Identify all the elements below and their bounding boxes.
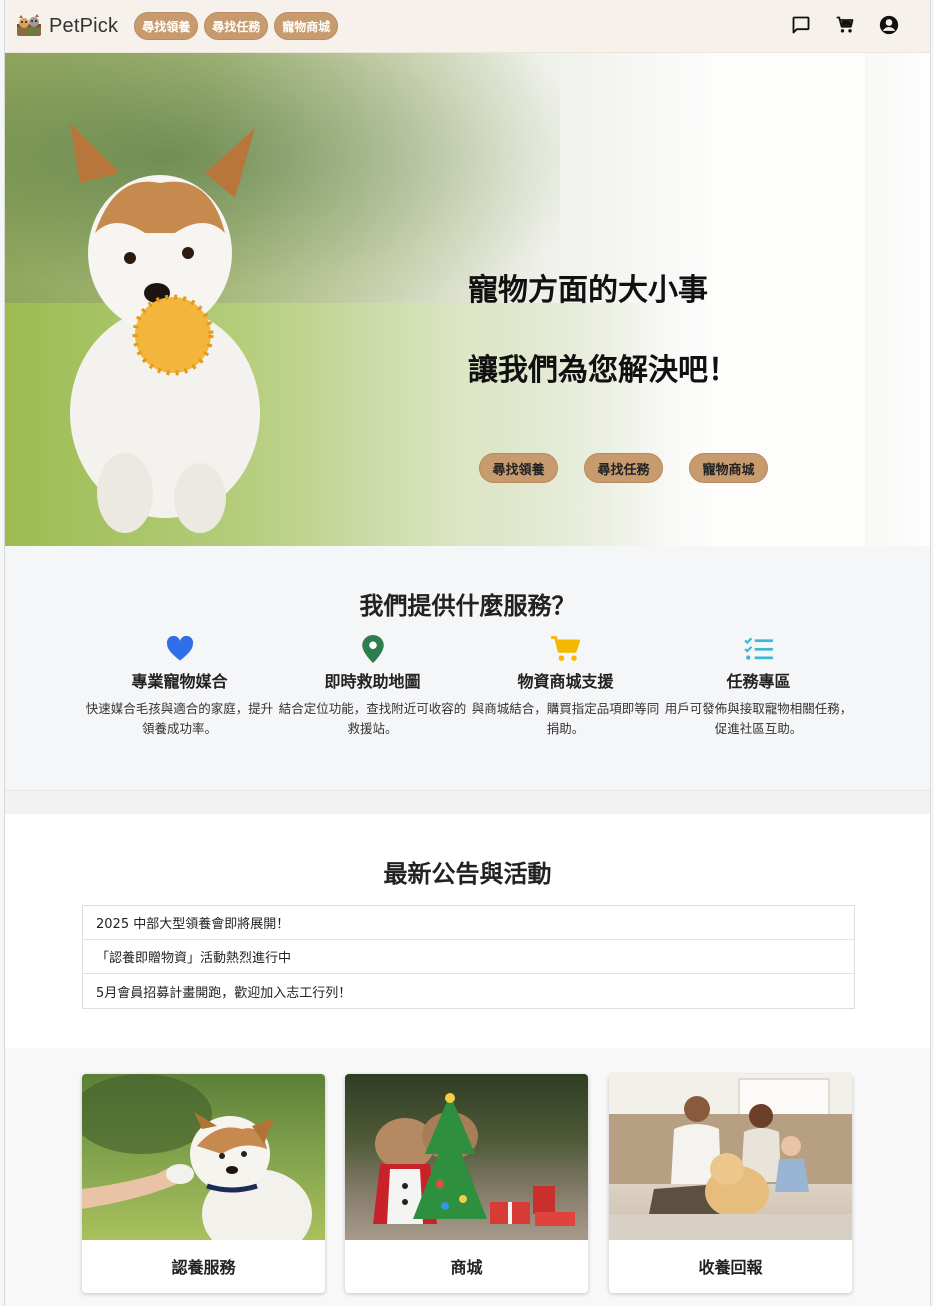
card-label: 商城 (450, 1258, 483, 1277)
navbar: PetPick 尋找領養 尋找任務 寵物商城 (5, 0, 930, 53)
account-icon[interactable] (878, 14, 900, 36)
service-title: 物資商城支援 (517, 672, 614, 691)
card-report-image (609, 1074, 852, 1240)
hero-shop-button[interactable]: 寵物商城 (689, 453, 768, 483)
card-label: 認養服務 (171, 1258, 236, 1277)
news-item[interactable]: 2025 中部大型領養會即將展開！ (83, 906, 854, 940)
news-title: 最新公告與活動 (383, 860, 552, 888)
hero-banner: 寵物方面的大小事 讓我們為您解決吧！ 尋找領養 尋找任務 寵物商城 (5, 53, 930, 546)
brand[interactable]: PetPick (15, 14, 118, 38)
card-label: 收養回報 (698, 1258, 763, 1277)
map-pin-icon (276, 634, 469, 664)
heart-icon (83, 634, 276, 664)
hero-title-line1: 寵物方面的大小事 (468, 273, 708, 308)
card-adoption-report[interactable]: 收養回報 (609, 1074, 852, 1293)
cart-icon[interactable] (834, 14, 856, 36)
service-desc: 用戶可發佈與接取寵物相關任務，促進社區互助。 (664, 701, 853, 736)
service-title: 任務專區 (726, 672, 791, 691)
service-matching: 專業寵物媒合 快速媒合毛孩與適合的家庭，提升領養成功率。 (83, 634, 276, 739)
brand-name: PetPick (49, 14, 119, 37)
card-adoption-service[interactable]: 認養服務 (82, 1074, 325, 1293)
feature-cards: 認養服務 商城 收養回報 (5, 1048, 930, 1306)
services-section: 我們提供什麼服務？ 專業寵物媒合 快速媒合毛孩與適合的家庭，提升領養成功率。 即… (5, 546, 930, 790)
service-title: 專業寵物媒合 (131, 672, 228, 691)
hero-dog-image (70, 123, 260, 533)
section-divider (5, 790, 930, 814)
nav-link-shop[interactable]: 寵物商城 (274, 12, 339, 40)
news-list: 2025 中部大型領養會即將展開！ 「認養即贈物資」活動熱烈進行中 5月會員招募… (82, 905, 855, 1009)
petpick-logo-icon (17, 14, 41, 36)
task-list-icon (662, 634, 855, 664)
service-title: 即時救助地圖 (324, 672, 421, 691)
service-tasks: 任務專區 用戶可發佈與接取寵物相關任務，促進社區互助。 (662, 634, 855, 739)
chat-icon[interactable] (790, 14, 812, 36)
hero-tasks-button[interactable]: 尋找任務 (584, 453, 663, 483)
card-shop[interactable]: 商城 (345, 1074, 588, 1293)
nav-link-tasks[interactable]: 尋找任務 (204, 12, 269, 40)
page-frame: PetPick 尋找領養 尋找任務 寵物商城 寵物方面的大小事 讓我們為您解決吧… (4, 0, 931, 1306)
news-section: 最新公告與活動 2025 中部大型領養會即將展開！ 「認養即贈物資」活動熱烈進行… (5, 814, 930, 1048)
hero-adoption-button[interactable]: 尋找領養 (479, 453, 558, 483)
news-item[interactable]: 5月會員招募計畫開跑，歡迎加入志工行列！ (83, 974, 854, 1008)
hero-text: 寵物方面的大小事 讓我們為您解決吧！ 尋找領養 尋找任務 寵物商城 (468, 231, 768, 483)
news-item[interactable]: 「認養即贈物資」活動熱烈進行中 (83, 940, 854, 974)
service-rescue-map: 即時救助地圖 結合定位功能，查找附近可收容的救援站。 (276, 634, 469, 739)
service-desc: 與商城結合，購買指定品項即等同捐助。 (471, 701, 660, 736)
cart-icon (469, 634, 662, 664)
card-shop-image (345, 1074, 588, 1240)
hero-title-line2: 讓我們為您解決吧！ (468, 353, 738, 388)
service-desc: 結合定位功能，查找附近可收容的救援站。 (278, 701, 467, 736)
service-shop-support: 物資商城支援 與商城結合，購買指定品項即等同捐助。 (469, 634, 662, 739)
card-adoption-image (82, 1074, 325, 1240)
hero-title: 寵物方面的大小事 讓我們為您解決吧！ (468, 231, 768, 431)
nav-link-adoption[interactable]: 尋找領養 (134, 12, 199, 40)
service-desc: 快速媒合毛孩與適合的家庭，提升領養成功率。 (85, 701, 274, 736)
services-title: 我們提供什麼服務？ (359, 592, 576, 620)
